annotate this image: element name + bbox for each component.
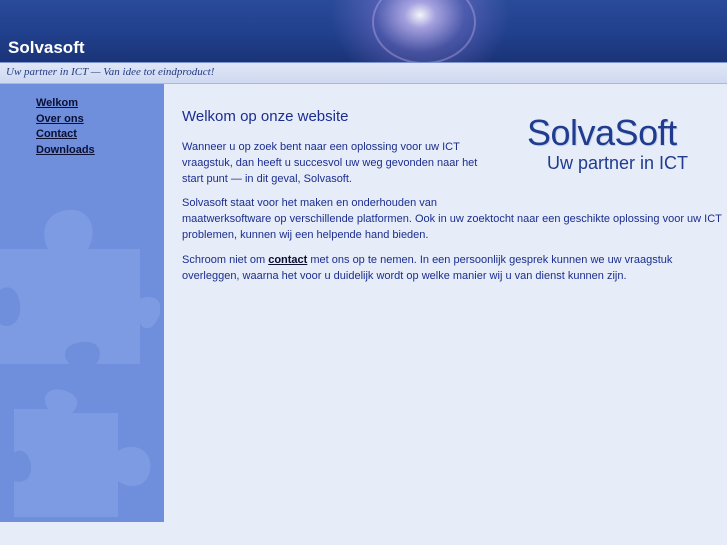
intro-paragraph: Wanneer u op zoek bent naar een oplossin… (182, 139, 477, 187)
tagline-bar: Uw partner in ICT — Van idee tot eindpro… (0, 62, 727, 84)
text-line: Solvasoft staat voor het maken en onderh… (182, 197, 438, 209)
sidebar: Welkom Over ons Contact Downloads (0, 84, 164, 522)
nav-item-welkom[interactable]: Welkom (36, 96, 95, 112)
tagline: Uw partner in ICT — Van idee tot eindpro… (6, 66, 215, 78)
company-logo: SolvaSoft Uw partner in ICT (527, 113, 707, 178)
text-segment: met ons op te nemen. In een persoonlijk … (307, 254, 673, 266)
text-line: Wanneer u op zoek bent naar een oplossin… (182, 141, 460, 153)
logo-subtitle: Uw partner in ICT (547, 153, 689, 173)
text-line: start punt — in dit geval, Solvasoft. (182, 173, 352, 185)
text-line: problemen, kunnen wij een helpende hand … (182, 229, 429, 241)
text-line: maatwerksoftware op verschillende platfo… (182, 213, 722, 225)
puzzle-piece-icon (14, 389, 151, 517)
logo-name: SolvaSoft (527, 112, 677, 153)
text-line: vraagstuk, dan heeft u succesvol uw weg … (182, 157, 478, 169)
site-title: Solvasoft (8, 38, 85, 57)
nav-item-over-ons[interactable]: Over ons (36, 112, 95, 128)
services-paragraph: Solvasoft staat voor het maken en onderh… (182, 195, 722, 243)
text-line: overleggen, waarna het voor u duidelijk … (182, 270, 627, 282)
nav-item-downloads[interactable]: Downloads (36, 143, 95, 159)
site-header: Solvasoft (0, 0, 727, 62)
text-segment: Schroom niet om (182, 254, 269, 266)
puzzle-piece-icon (0, 209, 160, 364)
nav-item-contact[interactable]: Contact (36, 127, 95, 143)
contact-paragraph: Schroom niet om contact met ons op te ne… (182, 252, 672, 284)
main-nav: Welkom Over ons Contact Downloads (36, 96, 95, 158)
contact-link[interactable]: contact (268, 254, 307, 266)
